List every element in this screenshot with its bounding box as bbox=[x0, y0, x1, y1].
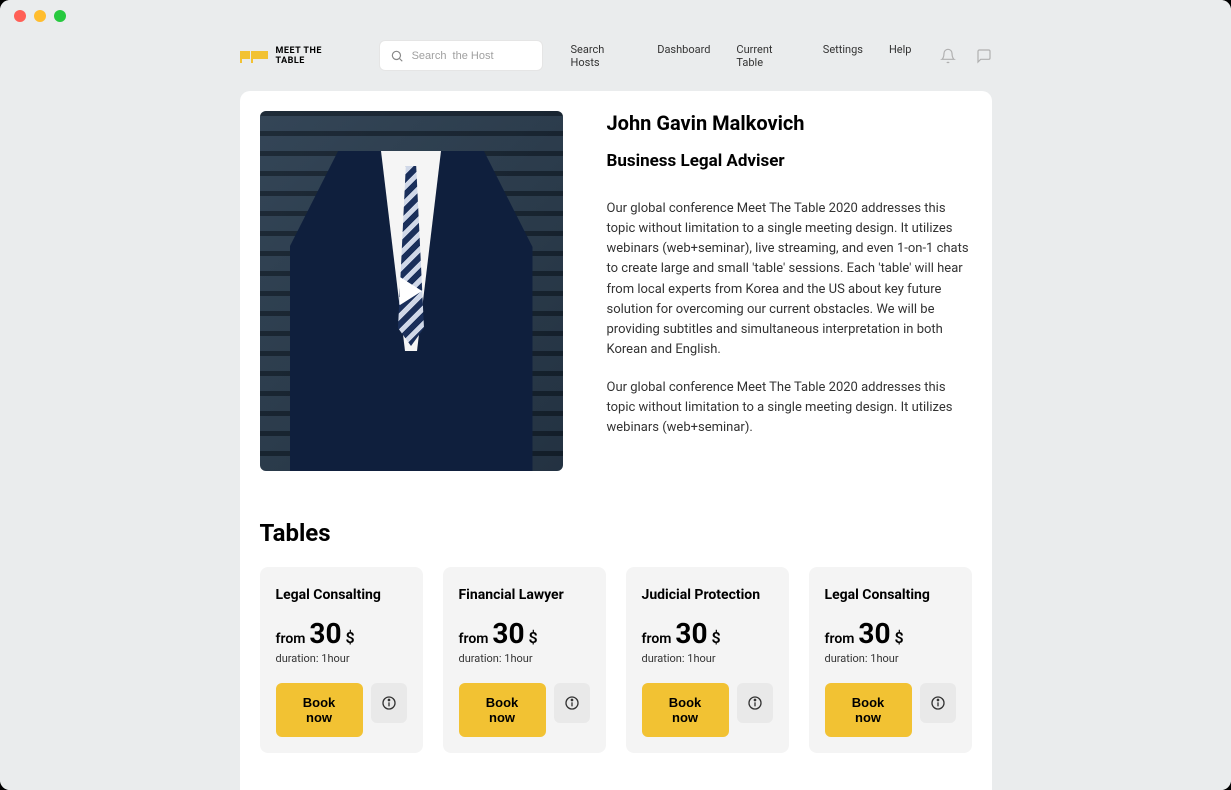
table-card: Legal Consalting from 30 $ duration: 1ho… bbox=[809, 567, 972, 753]
book-now-button[interactable]: Book now bbox=[825, 683, 912, 737]
search-box[interactable] bbox=[379, 40, 543, 71]
price-currency: $ bbox=[529, 628, 538, 647]
search-icon bbox=[390, 49, 404, 63]
duration-label: duration: 1hour bbox=[642, 652, 773, 665]
info-button[interactable] bbox=[371, 683, 407, 723]
host-description-1: Our global conference Meet The Table 202… bbox=[607, 199, 972, 360]
window-minimize-button[interactable] bbox=[34, 10, 46, 22]
window-maximize-button[interactable] bbox=[54, 10, 66, 22]
brand-logo[interactable]: MEET THE TABLE bbox=[240, 46, 351, 66]
window-close-button[interactable] bbox=[14, 10, 26, 22]
book-now-button[interactable]: Book now bbox=[276, 683, 363, 737]
info-button[interactable] bbox=[737, 683, 773, 723]
table-card-title: Legal Consalting bbox=[276, 587, 407, 603]
book-now-button[interactable]: Book now bbox=[642, 683, 729, 737]
tables-list: Legal Consalting from 30 $ duration: 1ho… bbox=[260, 567, 972, 753]
duration-label: duration: 1hour bbox=[825, 652, 956, 665]
content-card: John Gavin Malkovich Business Legal Advi… bbox=[240, 91, 992, 790]
nav-dashboard[interactable]: Dashboard bbox=[657, 43, 710, 69]
book-now-button[interactable]: Book now bbox=[459, 683, 546, 737]
price-from-label: from bbox=[276, 631, 306, 647]
search-input[interactable] bbox=[412, 50, 532, 62]
price-from-label: from bbox=[459, 631, 489, 647]
table-card: Judicial Protection from 30 $ duration: … bbox=[626, 567, 789, 753]
price-currency: $ bbox=[895, 628, 904, 647]
price-currency: $ bbox=[712, 628, 721, 647]
nav-help[interactable]: Help bbox=[889, 43, 912, 69]
nav-links: Search Hosts Dashboard Current Table Set… bbox=[571, 43, 912, 69]
info-button[interactable] bbox=[920, 683, 956, 723]
host-role: Business Legal Adviser bbox=[607, 151, 972, 171]
price-amount: 30 bbox=[675, 617, 707, 650]
host-name: John Gavin Malkovich bbox=[607, 111, 972, 135]
info-icon bbox=[381, 695, 397, 711]
info-icon bbox=[747, 695, 763, 711]
price-amount: 30 bbox=[309, 617, 341, 650]
nav-settings[interactable]: Settings bbox=[823, 43, 863, 69]
tables-heading: Tables bbox=[260, 519, 972, 547]
info-icon bbox=[930, 695, 946, 711]
nav-current-table[interactable]: Current Table bbox=[736, 43, 796, 69]
window-titlebar bbox=[0, 0, 1231, 32]
host-video-thumbnail[interactable] bbox=[260, 111, 563, 471]
price-from-label: from bbox=[642, 631, 672, 647]
info-icon bbox=[564, 695, 580, 711]
nav-search-hosts[interactable]: Search Hosts bbox=[571, 43, 632, 69]
chat-icon[interactable] bbox=[976, 48, 992, 64]
price-amount: 30 bbox=[492, 617, 524, 650]
info-button[interactable] bbox=[554, 683, 590, 723]
price-currency: $ bbox=[346, 628, 355, 647]
table-card-title: Judicial Protection bbox=[642, 587, 773, 603]
duration-label: duration: 1hour bbox=[459, 652, 590, 665]
duration-label: duration: 1hour bbox=[276, 652, 407, 665]
price-from-label: from bbox=[825, 631, 855, 647]
table-card: Financial Lawyer from 30 $ duration: 1ho… bbox=[443, 567, 606, 753]
play-icon bbox=[400, 277, 422, 305]
table-card-title: Financial Lawyer bbox=[459, 587, 590, 603]
table-card: Legal Consalting from 30 $ duration: 1ho… bbox=[260, 567, 423, 753]
table-card-title: Legal Consalting bbox=[825, 587, 956, 603]
price-amount: 30 bbox=[858, 617, 890, 650]
brand-logo-text: MEET THE TABLE bbox=[276, 46, 351, 66]
host-info: John Gavin Malkovich Business Legal Advi… bbox=[607, 111, 972, 471]
brand-logo-icon bbox=[240, 47, 270, 65]
host-description-2: Our global conference Meet The Table 202… bbox=[607, 378, 972, 438]
bell-icon[interactable] bbox=[940, 48, 956, 64]
